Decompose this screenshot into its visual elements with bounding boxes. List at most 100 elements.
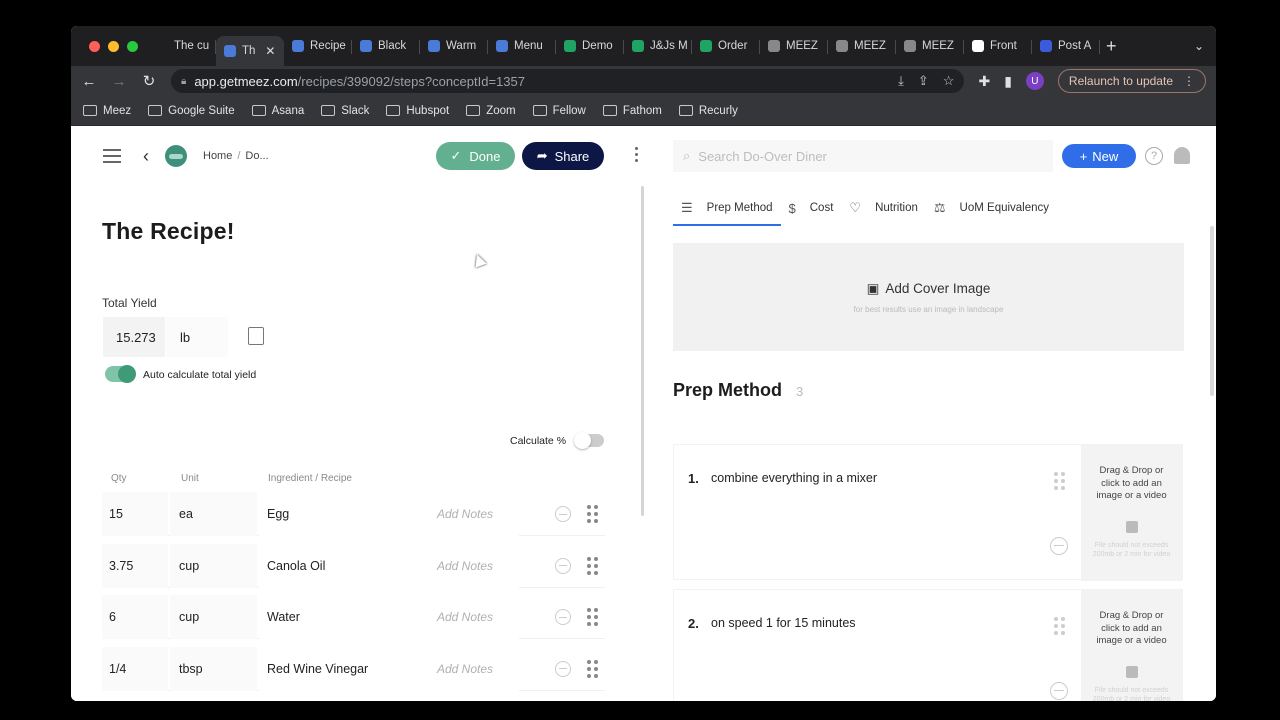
auto-calc-toggle[interactable] (105, 365, 136, 383)
new-button[interactable]: + New (1062, 144, 1136, 168)
close-window-button[interactable] (89, 40, 100, 52)
drag-handle-icon[interactable] (587, 544, 598, 588)
browser-tab[interactable]: Warm (420, 31, 488, 61)
prep-step: 1. combine everything in a mixer Drag & … (673, 444, 1183, 581)
remove-step-button[interactable] (1050, 682, 1068, 700)
drag-handle-icon[interactable] (1054, 617, 1065, 635)
address-row: ← → ↻ 🔒︎ app.getmeez.com/recipes/399092/… (71, 66, 1216, 96)
calc-percent-label: Calculate % (510, 435, 567, 447)
minimize-window-button[interactable] (108, 40, 119, 52)
breadcrumb-home[interactable]: Home (203, 150, 232, 162)
search-input[interactable]: ⌕ Search Do-Over Diner (673, 140, 1053, 172)
add-notes-field[interactable]: Add Notes (437, 595, 493, 639)
media-label: Drag & Drop or click to add an image or … (1096, 610, 1167, 646)
install-icon[interactable]: ⤓ (898, 73, 904, 89)
breadcrumb-current[interactable]: Do... (245, 150, 268, 162)
bookmark-item[interactable]: Asana (251, 105, 304, 117)
yield-unit-field[interactable]: lb (166, 317, 228, 357)
step-media-dropzone[interactable]: Drag & Drop or click to add an image or … (1081, 445, 1182, 581)
share-page-icon[interactable]: ⇪ (918, 73, 929, 89)
browser-tab[interactable]: Menu (488, 31, 556, 61)
recipe-title[interactable]: The Recipe! (102, 218, 235, 245)
browser-tab[interactable]: Th ✕ (216, 36, 284, 66)
remove-step-button[interactable] (1050, 537, 1068, 555)
profile-avatar[interactable]: U (1025, 72, 1044, 90)
step-text[interactable]: combine everything in a mixer (711, 471, 877, 485)
calc-percent-toggle[interactable] (574, 432, 604, 449)
minus-circle-icon (555, 660, 571, 677)
browser-tab[interactable]: Order (692, 31, 760, 61)
bookmark-item[interactable]: Recurly (678, 105, 738, 117)
yield-value-field[interactable]: 15.273 (103, 317, 165, 357)
browser-tab[interactable]: Black (352, 31, 420, 61)
drag-handle-icon[interactable] (587, 492, 598, 536)
bookmark-item[interactable]: Hubspot (386, 105, 449, 117)
unit-cell[interactable]: ea (170, 492, 257, 536)
browser-tab[interactable]: MEEZ (896, 31, 964, 61)
browser-tab[interactable]: MEEZ (760, 31, 828, 61)
browser-tab[interactable]: Front (964, 31, 1032, 61)
bookmark-item[interactable]: Slack (321, 105, 369, 117)
maximize-window-button[interactable] (127, 40, 138, 52)
browser-window: The cu Th ✕ Recipe Black Warm Menu Demo J&Js M Or… (71, 26, 1216, 701)
remove-ingredient-button[interactable] (555, 544, 571, 588)
extensions-icon[interactable]: ✚ (978, 73, 990, 90)
tab-nutrition[interactable]: ♡ Nutrition (841, 190, 925, 226)
help-icon[interactable]: ? (1145, 147, 1163, 165)
image-add-icon (1125, 665, 1138, 678)
bookmark-item[interactable]: Google Suite (148, 105, 235, 117)
done-button[interactable]: ✓ Done (436, 142, 515, 170)
add-notes-field[interactable]: Add Notes (437, 647, 493, 691)
step-media-dropzone[interactable]: Drag & Drop or click to add an image or … (1081, 590, 1182, 701)
add-notes-field[interactable]: Add Notes (437, 492, 493, 536)
remove-ingredient-button[interactable] (555, 492, 571, 536)
menu-icon[interactable] (103, 149, 121, 163)
relaunch-button[interactable]: Relaunch to update ⋮ (1057, 69, 1206, 93)
address-bar[interactable]: 🔒︎ app.getmeez.com/recipes/399092/steps?… (171, 69, 965, 93)
tab-search-icon[interactable]: ⌄ (1194, 39, 1204, 53)
remove-ingredient-button[interactable] (555, 595, 571, 639)
scrollbar[interactable] (1210, 226, 1214, 396)
browser-tab[interactable]: J&Js M (624, 31, 692, 61)
step-text[interactable]: on speed 1 for 15 minutes (711, 616, 856, 630)
unit-cell[interactable]: tbsp (170, 646, 257, 691)
qty-cell[interactable]: 1/4 (102, 646, 168, 691)
sidebar-icon[interactable]: ▮ (1004, 73, 1012, 90)
new-tab-button[interactable]: + (1106, 36, 1117, 57)
browser-tab[interactable]: MEEZ (828, 31, 896, 61)
share-button[interactable]: ➦ Share (522, 142, 604, 170)
tab-cost[interactable]: $ Cost (781, 190, 842, 226)
bookmark-item[interactable]: Meez (83, 105, 131, 117)
forward-arrow-icon[interactable]: → (111, 73, 127, 90)
drag-handle-icon[interactable] (587, 595, 598, 639)
browser-tab[interactable]: Recipe (284, 31, 352, 61)
bookmark-star-icon[interactable]: ☆ (943, 73, 955, 89)
bookmark-item[interactable]: Zoom (466, 105, 516, 117)
browser-tab[interactable]: Post A (1032, 31, 1100, 61)
qty-cell[interactable]: 15 (102, 492, 168, 536)
qty-cell[interactable]: 3.75 (102, 543, 168, 588)
bookmark-item[interactable]: Fellow (532, 105, 586, 117)
back-chevron-icon[interactable]: ‹ (143, 146, 149, 167)
new-label: New (1092, 148, 1119, 164)
drag-handle-icon[interactable] (587, 647, 598, 691)
remove-ingredient-button[interactable] (555, 647, 571, 691)
close-tab-icon[interactable]: ✕ (265, 44, 275, 58)
tab-uom-equivalency[interactable]: ⚖ UoM Equivalency (926, 190, 1057, 226)
drag-handle-icon[interactable] (1054, 472, 1065, 490)
panel-divider[interactable] (641, 186, 644, 516)
back-arrow-icon[interactable]: ← (81, 73, 97, 90)
browser-tab[interactable]: The cu (148, 31, 216, 61)
tab-prep-method[interactable]: ☰ Prep Method (673, 190, 781, 226)
unit-cell[interactable]: cup (170, 595, 257, 639)
bell-icon[interactable] (1174, 147, 1190, 164)
edit-yield-icon[interactable] (248, 327, 264, 345)
bookmark-item[interactable]: Fathom (602, 105, 662, 117)
add-notes-field[interactable]: Add Notes (437, 544, 493, 588)
unit-cell[interactable]: cup (170, 543, 257, 588)
cover-image-dropzone[interactable]: ▣ Add Cover Image for best results use a… (673, 243, 1184, 351)
more-options-icon[interactable] (635, 147, 638, 162)
qty-cell[interactable]: 6 (102, 595, 168, 639)
browser-tab[interactable]: Demo (556, 31, 624, 61)
reload-icon[interactable]: ↻ (141, 72, 157, 90)
